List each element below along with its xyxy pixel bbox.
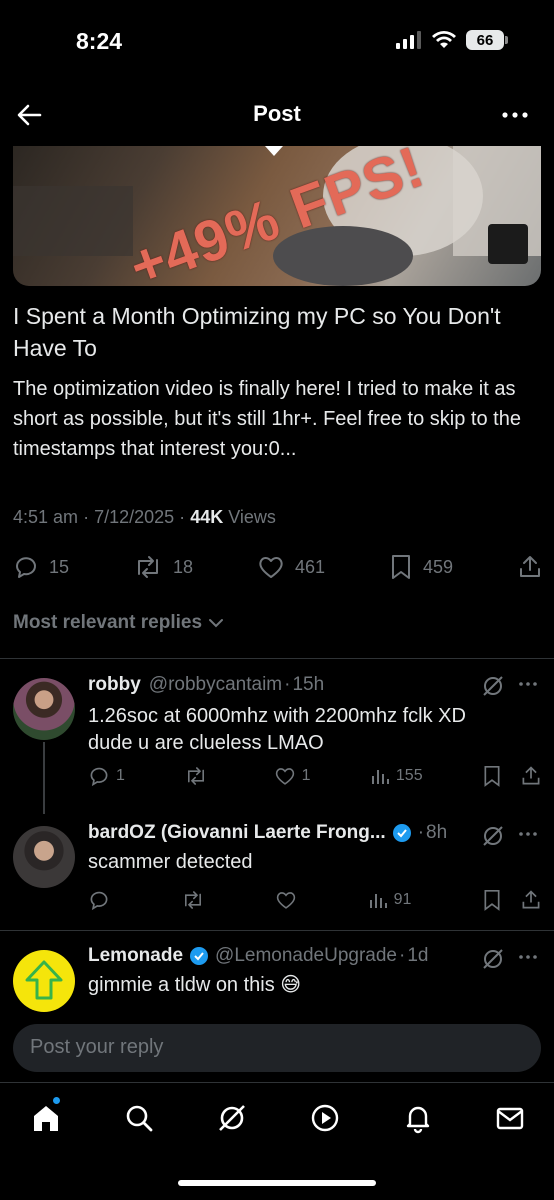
mail-icon[interactable] xyxy=(494,1102,526,1134)
post-title[interactable]: I Spent a Month Optimizing my PC so You … xyxy=(13,300,533,364)
repost-count: 18 xyxy=(172,556,194,577)
reply-header: robby @robbycantaim · 15h xyxy=(88,674,325,696)
reply-header: Lemonade @LemonadeUpgrade · 1d xyxy=(88,945,429,967)
home-icon[interactable] xyxy=(30,1102,62,1134)
grok-button[interactable] xyxy=(481,674,505,698)
chevron-down-icon xyxy=(209,619,224,628)
reply-icon xyxy=(15,557,36,578)
status-time: 8:24 xyxy=(76,28,123,54)
views-count: 44K xyxy=(190,507,224,527)
bell-icon[interactable] xyxy=(402,1102,434,1134)
reply-author-handle[interactable]: @LemonadeUpgrade xyxy=(215,945,397,967)
post-actions: 15 18 461 459 xyxy=(13,552,543,582)
views-label: Views xyxy=(228,507,276,527)
status-icons: 66 xyxy=(396,30,508,50)
reply-repost-button[interactable] xyxy=(184,765,214,787)
reply-icon xyxy=(90,767,108,787)
reply-views[interactable]: 155 xyxy=(370,766,423,786)
wifi-icon xyxy=(432,31,456,48)
battery-indicator: 66 xyxy=(466,30,508,50)
share-button[interactable] xyxy=(517,554,543,580)
reply-text[interactable]: scammer detected xyxy=(88,849,253,876)
reply-author-name[interactable]: bardOZ (Giovanni Laerte Frong... xyxy=(88,822,386,844)
signal-icon xyxy=(396,31,421,49)
reply-icon[interactable] xyxy=(88,889,110,911)
like-icon[interactable] xyxy=(275,889,297,911)
reply-header: bardOZ (Giovanni Laerte Frong... · 8h xyxy=(88,822,448,844)
grok-icon xyxy=(483,676,503,696)
share-icon xyxy=(519,556,540,577)
video-icon[interactable] xyxy=(309,1102,341,1134)
post-body[interactable]: The optimization video is finally here! … xyxy=(13,374,543,464)
reply-like-button[interactable]: 1 xyxy=(274,765,311,787)
like-count: 461 xyxy=(294,556,326,577)
more-icon xyxy=(519,955,537,959)
share-icon[interactable] xyxy=(520,889,542,911)
replies-sort-dropdown[interactable]: Most relevant replies xyxy=(13,612,225,634)
repost-icon xyxy=(188,767,205,785)
reply-more-button[interactable] xyxy=(516,672,540,696)
reply-author-name[interactable]: robby xyxy=(88,674,141,696)
like-icon xyxy=(275,768,294,785)
bookmark-icon[interactable] xyxy=(482,888,502,912)
reply-time: 8h xyxy=(426,822,448,843)
notification-dot xyxy=(52,1096,61,1105)
repost-icon xyxy=(137,556,158,578)
battery-level: 66 xyxy=(466,30,504,50)
reply-time: 15h xyxy=(292,674,325,695)
views-icon xyxy=(369,894,387,908)
views-icon xyxy=(371,770,389,784)
reply-time: 1d xyxy=(407,945,429,966)
reply-text[interactable]: gimmie a tldw on this 😅 xyxy=(88,972,301,999)
lemonade-logo-icon xyxy=(25,960,63,1000)
reply-more-button[interactable] xyxy=(516,822,540,846)
post-time: 4:51 am xyxy=(13,507,79,527)
grok-icon[interactable] xyxy=(216,1102,248,1134)
verified-icon xyxy=(392,824,411,842)
home-indicator xyxy=(178,1180,376,1186)
grok-button[interactable] xyxy=(481,824,505,848)
replies-sort-label: Most relevant replies xyxy=(13,612,203,633)
search-icon[interactable] xyxy=(123,1102,155,1134)
more-options-button[interactable] xyxy=(498,102,532,128)
bookmark-icon xyxy=(391,555,410,579)
reply-actions: 91 xyxy=(88,888,542,912)
repost-icon[interactable] xyxy=(181,889,205,911)
grok-button[interactable] xyxy=(481,947,505,971)
reply-more-button[interactable] xyxy=(516,945,540,969)
grok-icon xyxy=(483,826,503,846)
avatar[interactable] xyxy=(13,826,75,888)
bookmark-icon[interactable] xyxy=(482,764,502,788)
avatar[interactable] xyxy=(13,950,75,1012)
avatar[interactable] xyxy=(13,678,75,740)
reply-reply-button[interactable]: 1 xyxy=(88,765,125,787)
reply-button[interactable]: 15 xyxy=(13,554,69,580)
reply-text[interactable]: 1.26soc at 6000mhz with 2200mhz fclk XD … xyxy=(88,703,538,757)
verified-icon xyxy=(190,947,209,965)
post-meta: 4:51 am · 7/12/2025 · 44K Views xyxy=(13,507,276,527)
reply-author-name[interactable]: Lemonade xyxy=(88,945,183,967)
reply-author-handle[interactable]: @robbycantaim xyxy=(149,674,282,696)
divider xyxy=(0,658,554,659)
like-icon xyxy=(259,557,283,578)
grok-icon xyxy=(483,949,503,969)
thread-line xyxy=(43,742,45,814)
bookmark-button[interactable]: 459 xyxy=(389,553,453,581)
reply-actions: 1 1 155 xyxy=(88,764,542,788)
bookmark-count: 459 xyxy=(422,556,454,577)
more-icon xyxy=(519,682,537,686)
divider xyxy=(0,930,554,931)
reply-input-placeholder: Post your reply xyxy=(30,1036,164,1058)
page-title: Post xyxy=(253,101,301,126)
more-icon xyxy=(502,112,528,118)
repost-button[interactable]: 18 xyxy=(133,554,193,580)
video-thumbnail[interactable]: +49% FPS! xyxy=(13,146,541,286)
reply-views[interactable]: 91 xyxy=(368,890,411,910)
reply-count: 15 xyxy=(49,556,70,577)
share-icon[interactable] xyxy=(520,765,542,787)
post-date: 7/12/2025 xyxy=(94,507,175,527)
more-icon xyxy=(519,832,537,836)
like-button[interactable]: 461 xyxy=(257,554,325,580)
